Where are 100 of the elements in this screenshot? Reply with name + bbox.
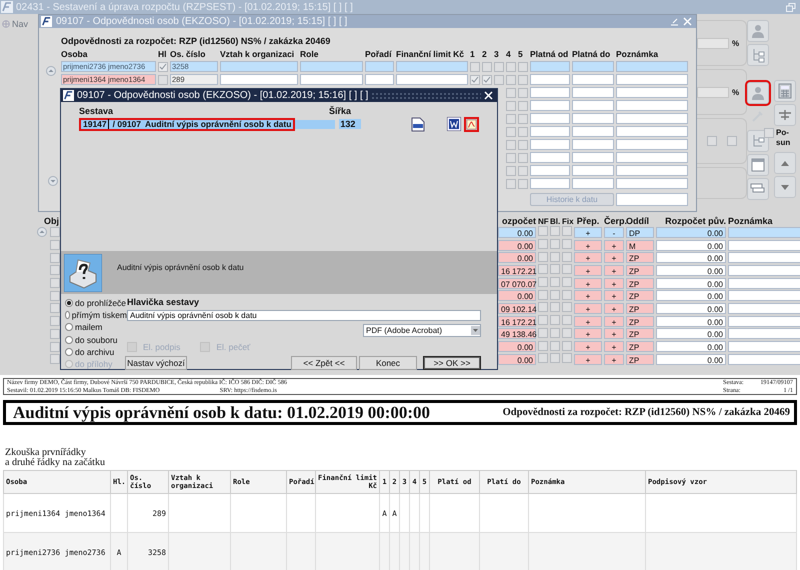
checkbox[interactable] — [538, 277, 548, 288]
checkbox[interactable] — [538, 264, 548, 274]
tree-icon[interactable] — [747, 130, 769, 152]
checkbox[interactable] — [50, 328, 60, 339]
checkbox[interactable] — [506, 152, 516, 162]
dialog-button[interactable]: << Zpět << — [291, 356, 357, 370]
relation-field[interactable] — [220, 74, 298, 85]
minimize-icon[interactable] — [670, 17, 679, 26]
checkbox[interactable] — [506, 100, 516, 110]
checkbox[interactable] — [550, 328, 560, 338]
layers-icon[interactable] — [747, 178, 769, 200]
date-field[interactable] — [530, 126, 570, 137]
date-field[interactable] — [572, 139, 614, 150]
date-field[interactable] — [572, 100, 614, 111]
date-field[interactable] — [530, 74, 570, 85]
checkbox[interactable] — [518, 178, 528, 188]
role-field[interactable] — [300, 74, 363, 85]
checkbox[interactable] — [518, 100, 528, 110]
percent-field[interactable] — [697, 38, 729, 48]
checkbox[interactable] — [550, 340, 560, 351]
checkbox[interactable] — [562, 226, 572, 236]
checkbox[interactable] — [494, 62, 504, 72]
checkbox[interactable] — [562, 252, 572, 262]
checkbox[interactable] — [538, 226, 548, 236]
date-field[interactable] — [572, 152, 614, 163]
dialog-button[interactable]: >> OK >> — [423, 356, 481, 370]
header-field[interactable]: Auditní výpis oprávnění osob k datu — [127, 310, 481, 321]
checkbox[interactable] — [538, 290, 548, 300]
checkbox[interactable] — [562, 277, 572, 288]
checkbox[interactable] — [538, 315, 548, 326]
checkbox[interactable] — [550, 353, 560, 364]
close-icon[interactable] — [484, 91, 493, 100]
date-field[interactable] — [530, 139, 570, 150]
checkbox[interactable] — [506, 178, 516, 188]
scroll-up-icon[interactable] — [46, 66, 56, 76]
date-field[interactable] — [572, 165, 614, 176]
note-cell[interactable] — [728, 302, 800, 314]
checkbox[interactable] — [550, 239, 560, 250]
radio-button[interactable] — [65, 299, 73, 308]
date-field[interactable] — [530, 100, 570, 111]
date-field[interactable] — [616, 192, 688, 206]
date-field[interactable] — [530, 113, 570, 124]
restore-icon[interactable] — [786, 2, 796, 12]
checkbox[interactable] — [494, 74, 504, 84]
checkbox[interactable] — [506, 88, 516, 98]
checkbox[interactable] — [726, 136, 736, 146]
checkbox[interactable] — [706, 136, 716, 146]
draw-button[interactable]: + — [604, 278, 624, 289]
checkbox[interactable] — [506, 62, 516, 72]
checkbox[interactable] — [470, 74, 480, 84]
checkbox[interactable] — [506, 166, 516, 176]
checkbox[interactable] — [50, 316, 60, 326]
draw-button[interactable]: + — [604, 252, 624, 264]
date-field[interactable] — [530, 178, 570, 189]
checkbox[interactable] — [538, 239, 548, 250]
draw-button[interactable]: + — [604, 328, 624, 340]
note-field[interactable] — [616, 152, 688, 163]
note-cell[interactable] — [728, 341, 800, 352]
checkbox[interactable] — [506, 114, 516, 124]
transfer-button[interactable]: + — [574, 264, 602, 276]
checkbox[interactable] — [506, 140, 516, 150]
report-list-item[interactable]: 19147 / 09107 Auditní výpis oprávnění osob k datu — [79, 118, 296, 130]
checkbox[interactable] — [518, 74, 528, 84]
calculator-icon[interactable] — [774, 80, 796, 102]
note-cell[interactable] — [728, 240, 800, 251]
checkbox[interactable] — [518, 126, 528, 136]
checkbox[interactable] — [562, 239, 572, 250]
checkbox[interactable] — [550, 264, 560, 274]
checkbox[interactable] — [562, 302, 572, 312]
checkbox[interactable] — [550, 277, 560, 288]
radio-button[interactable] — [65, 336, 73, 344]
transfer-button[interactable]: + — [574, 328, 602, 340]
draw-button[interactable]: + — [604, 302, 624, 314]
format-dropdown[interactable]: PDF (Adobe Acrobat) — [363, 324, 481, 337]
checkbox[interactable] — [550, 302, 560, 312]
note-field[interactable] — [616, 126, 688, 137]
checkbox[interactable] — [550, 290, 560, 300]
checkbox[interactable] — [538, 328, 548, 338]
checkbox[interactable] — [550, 252, 560, 262]
radio-button[interactable] — [65, 323, 73, 332]
checkbox[interactable] — [518, 140, 528, 150]
note-cell[interactable] — [728, 226, 800, 238]
checkbox[interactable] — [538, 302, 548, 312]
move-down-icon[interactable] — [774, 176, 796, 198]
checkbox[interactable] — [50, 227, 60, 238]
checkbox[interactable] — [518, 152, 528, 162]
role-field[interactable] — [300, 61, 363, 72]
date-field[interactable] — [530, 61, 570, 72]
note-field[interactable] — [616, 165, 688, 176]
dialog-button[interactable]: Nastav výchozí — [125, 356, 187, 370]
date-field[interactable] — [572, 61, 614, 72]
checkbox[interactable] — [518, 114, 528, 124]
checkbox[interactable] — [50, 290, 60, 301]
checkbox[interactable] — [550, 226, 560, 236]
checkbox[interactable] — [50, 252, 60, 263]
checkbox[interactable] — [562, 315, 572, 326]
checkbox[interactable] — [562, 290, 572, 300]
person-icon[interactable] — [747, 20, 769, 42]
limit-field[interactable] — [396, 74, 468, 85]
transfer-button[interactable]: + — [574, 240, 602, 251]
